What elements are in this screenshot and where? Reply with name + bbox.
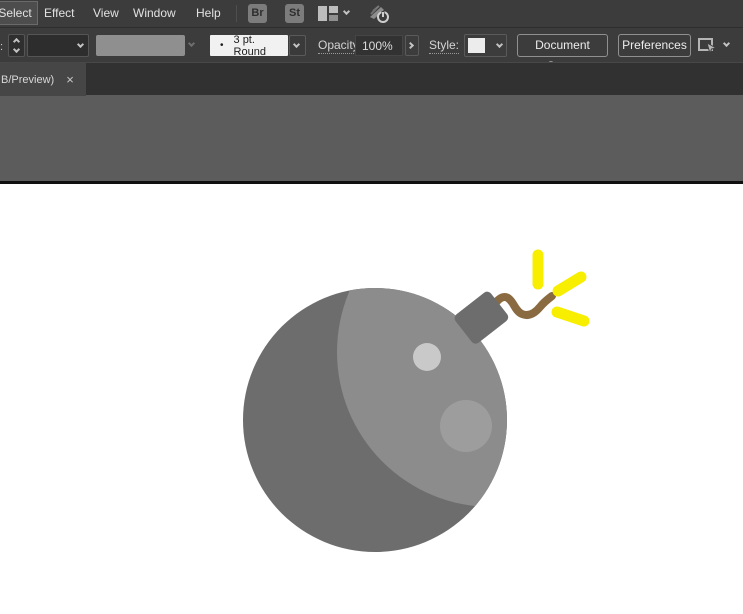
gpu-performance-icon[interactable] bbox=[368, 3, 391, 25]
menu-effect[interactable]: Effect bbox=[44, 0, 74, 27]
stepper-down-icon[interactable] bbox=[12, 45, 21, 54]
pasteboard[interactable] bbox=[0, 95, 743, 181]
stepper-up-icon[interactable] bbox=[12, 37, 21, 46]
brush-definition-dropdown[interactable]: • 3 pt. Round bbox=[210, 33, 288, 58]
style-label[interactable]: Style: bbox=[429, 38, 460, 54]
document-tab-bar: B/Preview) × bbox=[0, 62, 743, 96]
brush-name: 3 pt. Round bbox=[233, 33, 266, 58]
bomb-illustration[interactable] bbox=[0, 184, 743, 614]
style-dropdown[interactable] bbox=[464, 34, 507, 57]
stroke-weight-chevron-down-icon bbox=[76, 40, 85, 49]
menu-divider bbox=[236, 5, 237, 22]
brush-bullet-icon: • bbox=[220, 40, 224, 51]
width-profile-swatch[interactable] bbox=[96, 35, 185, 56]
brush-chevron-down-icon bbox=[292, 40, 301, 49]
menu-bar: Select Effect View Window Help Br St bbox=[0, 0, 743, 27]
document-setup-button[interactable]: Document Setup bbox=[517, 34, 608, 73]
bridge-icon[interactable]: Br bbox=[248, 4, 267, 23]
opacity-expand-chevron-icon bbox=[406, 41, 415, 50]
workspace-icon-left-pane bbox=[318, 6, 327, 21]
arrange-documents-icon[interactable] bbox=[698, 36, 719, 55]
workspace-icon-bottom-pane bbox=[329, 15, 338, 21]
style-swatch bbox=[468, 38, 485, 53]
document-tab[interactable]: B/Preview) × bbox=[0, 63, 86, 96]
menu-view[interactable]: View bbox=[93, 0, 119, 27]
control-bar: : • 3 pt. Round Opacity: 100% Style: Doc… bbox=[0, 27, 743, 73]
menu-window[interactable]: Window bbox=[133, 0, 176, 27]
preferences-button[interactable]: Preferences bbox=[618, 34, 691, 57]
opacity-input[interactable]: 100% bbox=[355, 35, 403, 56]
spark-ray-bottom[interactable] bbox=[551, 306, 590, 327]
arrange-documents-chevron-icon[interactable] bbox=[722, 39, 731, 48]
bomb-highlight[interactable] bbox=[337, 197, 647, 507]
stroke-weight-dropdown[interactable] bbox=[27, 34, 89, 57]
workspace-icon-top-pane bbox=[329, 6, 338, 13]
spark-ray-middle[interactable] bbox=[552, 271, 587, 297]
document-tab-title: B/Preview) bbox=[1, 73, 55, 86]
menu-select[interactable]: Select bbox=[0, 1, 38, 25]
stroke-weight-stepper[interactable] bbox=[8, 34, 25, 57]
workspace-chevron-down-icon[interactable] bbox=[342, 7, 351, 16]
artboard-canvas[interactable] bbox=[0, 184, 743, 614]
opacity-expand-button[interactable] bbox=[405, 35, 419, 56]
menu-help[interactable]: Help bbox=[196, 0, 221, 27]
workspace-switcher-icon[interactable] bbox=[318, 6, 338, 21]
clipped-label-fragment: : bbox=[0, 41, 3, 51]
tab-close-icon[interactable]: × bbox=[66, 73, 74, 86]
brush-dropdown-button[interactable] bbox=[289, 35, 306, 56]
bomb-shine-large[interactable] bbox=[440, 400, 492, 452]
style-chevron-down-icon bbox=[495, 40, 504, 49]
stock-icon[interactable]: St bbox=[285, 4, 304, 23]
bomb-shine-small[interactable] bbox=[413, 343, 441, 371]
width-profile-chevron-down-icon[interactable] bbox=[187, 39, 196, 48]
